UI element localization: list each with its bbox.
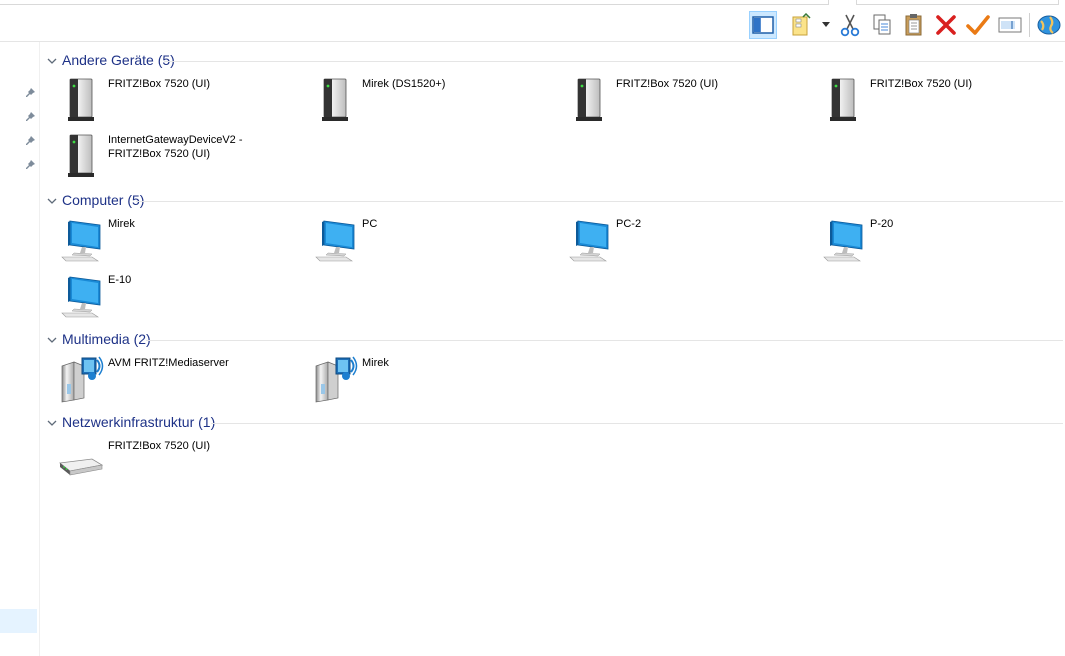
- properties-button[interactable]: [964, 11, 992, 39]
- pin-icon: [26, 160, 35, 169]
- group-header[interactable]: Computer (5): [46, 192, 1063, 210]
- device-label: Mirek (DS1520+): [362, 78, 446, 90]
- address-bar[interactable]: [0, 0, 829, 5]
- server-icon: [564, 77, 612, 125]
- paste-button[interactable]: [900, 11, 928, 39]
- device-item[interactable]: Mirek: [310, 356, 540, 406]
- navigation-pane[interactable]: [0, 42, 40, 656]
- group-divider: [136, 201, 1063, 202]
- device-label: PC: [362, 218, 378, 230]
- device-label: Mirek: [108, 218, 135, 230]
- cut-icon: [840, 14, 860, 37]
- device-label: FRITZ!Box 7520 (UI): [108, 78, 211, 90]
- device-label: AVM FRITZ!Mediaserver: [108, 357, 229, 369]
- device-item[interactable]: Mirek: [56, 217, 286, 267]
- media-server-icon: [310, 356, 358, 404]
- network-button[interactable]: [1035, 11, 1063, 39]
- dropdown-arrow-icon: [822, 22, 830, 27]
- device-label: FRITZ!Box 7520 (UI): [616, 78, 719, 90]
- computer-icon: [56, 273, 104, 321]
- group-divider: [211, 423, 1063, 424]
- device-item[interactable]: FRITZ!Box 7520 (UI): [818, 77, 1048, 127]
- device-item[interactable]: PC-2: [564, 217, 794, 267]
- device-item[interactable]: E-10: [56, 273, 286, 323]
- delete-icon: [936, 15, 956, 35]
- delete-button[interactable]: [932, 11, 960, 39]
- device-item[interactable]: FRITZ!Box 7520 (UI): [56, 77, 286, 127]
- chevron-down-icon[interactable]: [46, 55, 58, 67]
- pin-icon: [26, 88, 35, 97]
- device-label: InternetGatewayDeviceV2 - FRITZ!Box 7520…: [108, 134, 243, 160]
- globe-icon: [1037, 15, 1061, 35]
- rename-icon: [998, 17, 1022, 33]
- pin-icon: [26, 136, 35, 145]
- preview-pane-button[interactable]: [749, 11, 777, 39]
- device-label: FRITZ!Box 7520 (UI): [108, 440, 211, 452]
- device-item[interactable]: P-20: [818, 217, 1048, 267]
- selected-nav-item[interactable]: [0, 609, 37, 633]
- server-icon: [56, 133, 104, 181]
- device-label: P-20: [870, 218, 894, 230]
- group-header[interactable]: Andere Geräte (5): [46, 52, 1063, 70]
- server-icon: [56, 77, 104, 125]
- copy-icon: [873, 14, 891, 35]
- preview-pane-icon: [752, 16, 774, 34]
- command-toolbar: [0, 9, 1065, 41]
- new-folder-dropdown[interactable]: [817, 11, 835, 39]
- new-folder-button[interactable]: [788, 11, 816, 39]
- rename-button[interactable]: [996, 11, 1024, 39]
- pin-icon: [26, 112, 35, 121]
- device-label: E-10: [108, 274, 132, 286]
- media-server-icon: [56, 356, 104, 404]
- toolbar-divider: [0, 41, 1065, 42]
- device-label: PC-2: [616, 218, 642, 230]
- cut-button[interactable]: [836, 11, 864, 39]
- paste-icon: [905, 14, 922, 36]
- server-icon: [310, 77, 358, 125]
- device-item[interactable]: InternetGatewayDeviceV2 - FRITZ!Box 7520…: [56, 133, 286, 183]
- chevron-down-icon[interactable]: [46, 334, 58, 346]
- device-label: FRITZ!Box 7520 (UI): [870, 78, 973, 90]
- group-header[interactable]: Multimedia (2): [46, 331, 1063, 349]
- group-divider: [164, 61, 1063, 62]
- group-title: Netzwerkinfrastruktur (1): [62, 414, 216, 430]
- router-icon: [56, 439, 104, 487]
- device-item[interactable]: PC: [310, 217, 540, 267]
- computer-icon: [310, 217, 358, 265]
- checkmark-icon: [966, 15, 990, 35]
- copy-button[interactable]: [868, 11, 896, 39]
- group-divider: [146, 340, 1063, 341]
- computer-icon: [818, 217, 866, 265]
- device-item[interactable]: FRITZ!Box 7520 (UI): [56, 439, 286, 489]
- search-box[interactable]: [856, 0, 1059, 5]
- group-header[interactable]: Netzwerkinfrastruktur (1): [46, 414, 1063, 432]
- new-folder-icon: [792, 13, 811, 36]
- computer-icon: [56, 217, 104, 265]
- computer-icon: [564, 217, 612, 265]
- group-title: Andere Geräte (5): [62, 52, 175, 68]
- group-title: Multimedia (2): [62, 331, 151, 347]
- server-icon: [818, 77, 866, 125]
- group-title: Computer (5): [62, 192, 145, 208]
- device-label: Mirek: [362, 357, 389, 369]
- device-item[interactable]: FRITZ!Box 7520 (UI): [564, 77, 794, 127]
- chevron-down-icon[interactable]: [46, 195, 58, 207]
- device-item[interactable]: AVM FRITZ!Mediaserver: [56, 356, 286, 406]
- device-item[interactable]: Mirek (DS1520+): [310, 77, 540, 127]
- chevron-down-icon[interactable]: [46, 417, 58, 429]
